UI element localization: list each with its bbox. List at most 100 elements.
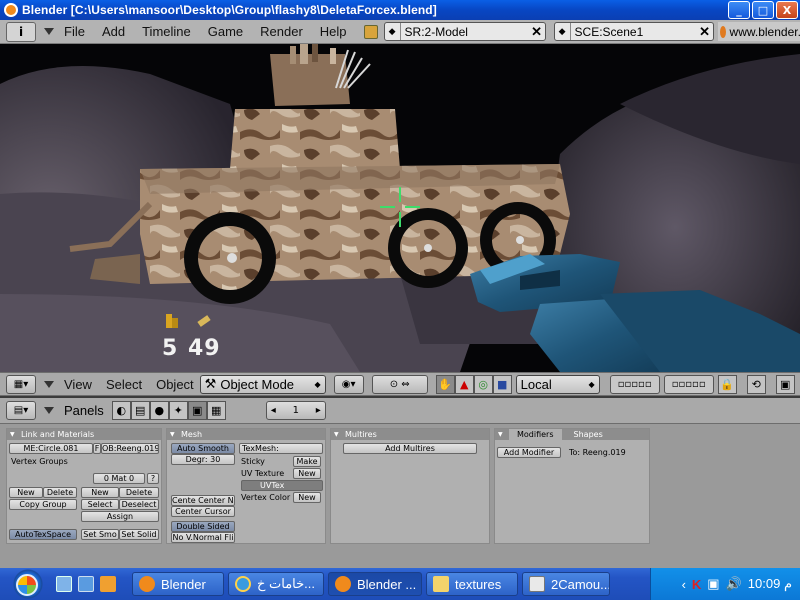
panel-title[interactable]: Multires bbox=[331, 429, 489, 440]
menu-object[interactable]: Object bbox=[156, 377, 194, 392]
start-button[interactable] bbox=[0, 568, 56, 600]
rotate-icon[interactable]: ◎ bbox=[473, 374, 493, 394]
vertex-color-new-button[interactable]: New bbox=[293, 492, 321, 503]
material-select-button[interactable]: Select bbox=[81, 499, 119, 510]
add-multires-button[interactable]: Add Multires bbox=[343, 443, 477, 454]
frame-increment-icon[interactable]: ▸ bbox=[316, 405, 321, 416]
task-textures-folder[interactable]: textures bbox=[426, 572, 518, 596]
mesh-datablock-field[interactable]: ME:Circle.081 bbox=[9, 443, 93, 454]
draw-type-button[interactable]: ◉▾ bbox=[333, 374, 364, 394]
menu-game[interactable]: Game bbox=[208, 24, 243, 39]
menu-add[interactable]: Add bbox=[102, 24, 125, 39]
menu-select[interactable]: Select bbox=[106, 377, 142, 392]
center-cursor-button[interactable]: Center Cursor bbox=[171, 506, 235, 517]
panel-title[interactable]: Link and Materials bbox=[7, 429, 161, 440]
material-help-button[interactable]: ? bbox=[147, 473, 159, 484]
screen-browse-icon[interactable]: ◆ bbox=[385, 23, 401, 40]
autotexspace-toggle[interactable]: AutoTexSpace bbox=[9, 529, 77, 540]
antivirus-icon[interactable]: K bbox=[692, 577, 701, 592]
material-index-field[interactable]: 0 Mat 0 bbox=[93, 473, 145, 484]
frame-value: 1 bbox=[292, 405, 299, 416]
auto-smooth-toggle[interactable]: Auto Smooth bbox=[171, 443, 235, 454]
blender-url[interactable]: www.blender.or bbox=[717, 22, 800, 41]
copy-group-button[interactable]: Copy Group bbox=[9, 499, 77, 510]
snap-icon[interactable]: ⟲ bbox=[746, 374, 766, 394]
material-delete-button[interactable]: Delete bbox=[119, 487, 159, 498]
scene-panel-icon[interactable]: ▦ bbox=[206, 401, 226, 420]
minimize-button[interactable]: _ bbox=[728, 1, 750, 19]
manipulator-hand-icon[interactable]: ✋ bbox=[435, 374, 455, 394]
menu-help[interactable]: Help bbox=[320, 24, 347, 39]
layers-left-group[interactable]: ▫▫▫▫▫ bbox=[609, 374, 660, 394]
lock-icon[interactable]: 🔒 bbox=[717, 374, 737, 394]
vgroup-new-button[interactable]: New bbox=[9, 487, 43, 498]
show-desktop-icon[interactable] bbox=[56, 576, 72, 592]
shading-panel-icon[interactable]: ● bbox=[149, 401, 169, 420]
fake-user-button[interactable]: F bbox=[93, 443, 101, 454]
material-new-button[interactable]: New bbox=[81, 487, 119, 498]
screen-selector[interactable]: ◆ SR:2-Model ✕ bbox=[383, 22, 546, 41]
texmesh-field[interactable]: TexMesh: bbox=[239, 443, 323, 454]
orientation-selector[interactable]: Local ◆ bbox=[515, 374, 600, 394]
frame-field[interactable]: ◂ 1 ▸ bbox=[265, 401, 326, 420]
screen-name[interactable]: SR:2-Model bbox=[401, 25, 529, 39]
uv-texture-new-button[interactable]: New bbox=[293, 468, 321, 479]
network-icon[interactable]: ▣ bbox=[707, 576, 719, 592]
mode-selector[interactable]: ⚒ Object Mode ◆ bbox=[199, 374, 326, 394]
menu-render[interactable]: Render bbox=[260, 24, 303, 39]
double-sided-toggle[interactable]: Double Sided bbox=[171, 521, 235, 532]
tray-expand-icon[interactable]: ‹ bbox=[682, 577, 686, 592]
task-blender-2[interactable]: Blender ... bbox=[328, 572, 422, 596]
collapse-buttons-header-icon[interactable] bbox=[44, 407, 54, 414]
info-window-button[interactable]: i bbox=[6, 21, 36, 42]
menu-file[interactable]: File bbox=[64, 24, 85, 39]
pivot-button[interactable]: ⊙ ⇔ bbox=[371, 374, 428, 394]
material-assign-button[interactable]: Assign bbox=[81, 511, 159, 522]
task-browser[interactable]: خامات خ... bbox=[228, 572, 324, 596]
scene-name[interactable]: SCE:Scene1 bbox=[571, 25, 697, 39]
vgroup-delete-button[interactable]: Delete bbox=[43, 487, 77, 498]
scale-icon[interactable]: ■ bbox=[492, 374, 512, 394]
menu-timeline[interactable]: Timeline bbox=[142, 24, 191, 39]
add-modifier-button[interactable]: Add Modifier bbox=[497, 447, 561, 458]
task-blender-1[interactable]: Blender bbox=[132, 572, 224, 596]
set-solid-button[interactable]: Set Solid bbox=[119, 529, 159, 540]
script-panel-icon[interactable]: ▤ bbox=[130, 401, 150, 420]
no-vnormal-flip-toggle[interactable]: No V.Normal Fli bbox=[171, 532, 235, 543]
menu-view[interactable]: View bbox=[64, 377, 92, 392]
collapse-header-icon[interactable] bbox=[44, 380, 54, 388]
logic-panel-icon[interactable]: ◐ bbox=[111, 401, 131, 420]
editor-type-button[interactable]: ▦▾ bbox=[6, 374, 36, 394]
editing-panel-icon[interactable]: ▣ bbox=[187, 401, 207, 420]
tab-shapes[interactable]: Shapes bbox=[562, 429, 615, 440]
scene-selector[interactable]: ◆ SCE:Scene1 ✕ bbox=[553, 22, 714, 41]
material-deselect-button[interactable]: Deselect bbox=[119, 499, 159, 510]
object-panel-icon[interactable]: ✦ bbox=[168, 401, 188, 420]
scene-browse-icon[interactable]: ◆ bbox=[555, 23, 571, 40]
maximize-button[interactable]: □ bbox=[752, 1, 774, 19]
tab-modifiers[interactable]: Modifiers bbox=[509, 429, 562, 440]
close-button[interactable]: X bbox=[776, 1, 798, 19]
uvtex-layer-field[interactable]: UVTex bbox=[241, 480, 323, 491]
screen-type-icon[interactable] bbox=[363, 24, 378, 39]
volume-icon[interactable]: 🔊 bbox=[726, 576, 742, 592]
render-preview-icon[interactable]: ▣ bbox=[775, 374, 795, 394]
object-datablock-field[interactable]: OB:Reeng.019 bbox=[101, 443, 159, 454]
screen-delete-icon[interactable]: ✕ bbox=[529, 24, 545, 40]
switch-windows-icon[interactable] bbox=[78, 576, 94, 592]
set-smooth-button[interactable]: Set Smo bbox=[81, 529, 119, 540]
task-2camou[interactable]: 2Camou... bbox=[522, 572, 610, 596]
3d-viewport[interactable]: 5 49 bbox=[0, 44, 800, 372]
translate-icon[interactable]: ▲ bbox=[454, 374, 474, 394]
media-player-icon[interactable] bbox=[100, 576, 116, 592]
panel-title[interactable]: Mesh bbox=[167, 429, 325, 440]
scene-delete-icon[interactable]: ✕ bbox=[697, 24, 713, 40]
clock[interactable]: 10:09 م bbox=[748, 576, 792, 592]
collapse-menu-icon[interactable] bbox=[44, 28, 54, 35]
buttons-editor-type-button[interactable]: ▤▾ bbox=[6, 401, 36, 420]
frame-decrement-icon[interactable]: ◂ bbox=[271, 405, 276, 416]
center-new-buttons[interactable]: Cente Center Ne bbox=[171, 495, 235, 506]
smooth-degree-field[interactable]: Degr: 30 bbox=[171, 454, 235, 465]
sticky-make-button[interactable]: Make bbox=[293, 456, 321, 467]
layers-right-group[interactable]: ▫▫▫▫▫ bbox=[663, 374, 714, 394]
